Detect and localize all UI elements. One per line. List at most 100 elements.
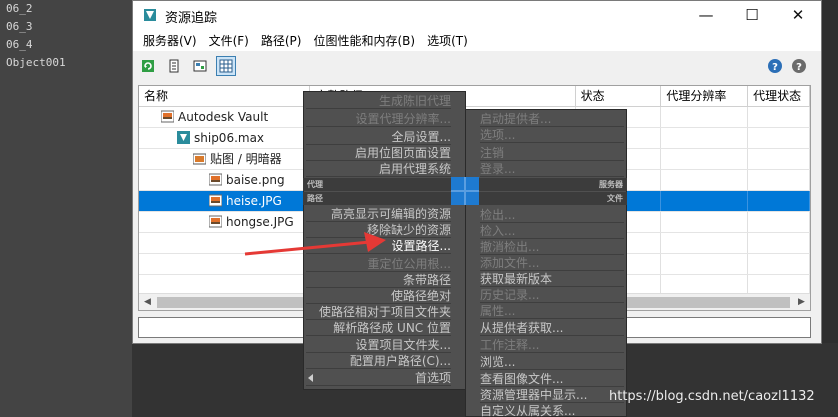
quad-menu-item[interactable]: 设置项目文件夹... [306, 337, 451, 353]
quad-menu-item[interactable]: 启用位图页面设置 [306, 145, 451, 161]
image-file-icon [208, 214, 223, 228]
quad-menu-item[interactable]: 获取最新版本 [480, 271, 624, 287]
minimize-button[interactable]: — [683, 1, 729, 29]
quad-menu-item[interactable]: 设置代理分辨率... [306, 111, 451, 127]
thumbnail-view-button[interactable] [190, 56, 210, 76]
quad-label-path: 路径 [307, 194, 323, 203]
svg-text:?: ? [796, 62, 802, 73]
quad-menu-item[interactable]: 配置用户路径(C)... [306, 353, 451, 369]
title-bar: 资源追踪 — ☐ ✕ [133, 1, 821, 29]
quad-menu-item[interactable]: 使路径绝对 [306, 288, 451, 304]
context-help-button[interactable]: ? [789, 56, 809, 76]
column-header-name[interactable]: 名称 [139, 86, 311, 107]
quad-menu-item[interactable]: 检入... [480, 223, 624, 239]
cell-name: heise.JPG [139, 191, 311, 211]
cell-proxy-status [748, 128, 810, 148]
quad-menu-item[interactable]: 条带路径 [306, 272, 451, 288]
column-header-status[interactable]: 状态 [576, 86, 662, 107]
menu-file[interactable]: 文件(F) [203, 32, 255, 49]
asset-name: 贴图 / 明暗器 [210, 152, 282, 166]
quad-menu-item[interactable]: 添加文件... [480, 255, 624, 271]
asset-name: hongse.JPG [226, 215, 294, 229]
help-button[interactable]: ? [765, 56, 785, 76]
help-icon: ? [768, 59, 782, 73]
quad-menu-item[interactable]: 选项... [480, 127, 624, 143]
quad-menu-item[interactable]: 全局设置... [306, 129, 451, 145]
red-pointer-arrow-icon [244, 232, 386, 256]
cell-proxy-resolution [661, 107, 749, 127]
maximize-button[interactable]: ☐ [729, 1, 775, 29]
cell-name: Autodesk Vault [139, 107, 311, 127]
list-view-icon [169, 59, 179, 73]
scroll-right-icon[interactable]: ▶ [793, 294, 810, 310]
image-file-icon [208, 172, 223, 186]
quad-menu-item[interactable]: 从提供者获取... [480, 320, 624, 336]
quad-menu-item[interactable]: 启动提供者... [480, 111, 624, 127]
quad-menu-item[interactable]: 工作注释... [480, 337, 624, 353]
asset-name: ship06.max [194, 131, 265, 145]
quad-menu-center[interactable] [451, 177, 479, 205]
cell-proxy-resolution [661, 212, 749, 232]
quad-menu-item[interactable]: 首选项 [306, 370, 451, 386]
close-button[interactable]: ✕ [775, 1, 821, 29]
cell-proxy-status [748, 212, 810, 232]
quad-menu-item[interactable]: 资源管理器中显示... [480, 387, 624, 403]
quad-menu-item[interactable]: 启用代理系统 [306, 161, 451, 177]
scene-object-list: 06_2 06_3 06_4 Object001 [0, 0, 132, 417]
quad-menu-item[interactable]: 高亮显示可编辑的资源 [306, 206, 451, 222]
scene-object-item[interactable]: Object001 [0, 54, 132, 72]
table-header: 名称 完整路径 状态 代理分辨率 代理状态 [139, 86, 810, 107]
column-header-proxy-resolution[interactable]: 代理分辨率 [661, 86, 749, 107]
toolbar: ? ? [133, 51, 821, 79]
cell-proxy-resolution [661, 149, 749, 169]
quad-menu-item[interactable]: 解析路径成 UNC 位置 [306, 320, 451, 336]
quad-menu-item[interactable]: 使路径相对于项目文件夹 [306, 304, 451, 320]
menu-bar: 服务器(V) 文件(F) 路径(P) 位图性能和内存(B) 选项(T) [133, 29, 821, 51]
quad-label-server: 服务器 [599, 180, 623, 189]
cell-proxy-status [748, 107, 810, 127]
asset-name: Autodesk Vault [178, 110, 269, 124]
quad-menu-item[interactable]: 重定位公用根... [306, 256, 451, 272]
thumbnail-view-icon [193, 60, 207, 72]
menu-server[interactable]: 服务器(V) [137, 32, 203, 49]
quad-menu-item[interactable]: 注销 [480, 145, 624, 161]
list-view-button[interactable] [164, 56, 184, 76]
scene-object-item[interactable]: 06_2 [0, 0, 132, 18]
quad-label-file: 文件 [607, 194, 623, 203]
quad-menu-item[interactable]: 登录... [480, 161, 624, 177]
quad-menu-item[interactable]: 属性... [480, 303, 624, 319]
scene-object-item[interactable]: 06_3 [0, 18, 132, 36]
cell-proxy-status [748, 191, 810, 211]
quad-menu-right: 启动提供者... 选项... 注销 登录... 检出... 检入... 撤消检出... 添加文… [465, 109, 627, 417]
quad-menu-item[interactable]: 生成陈旧代理 [306, 93, 451, 109]
quad-menu-item[interactable]: 撤消检出... [480, 239, 624, 255]
quad-menu-item[interactable]: 浏览... [480, 354, 624, 370]
quad-menu-item[interactable]: 自定义从属关系... [480, 403, 624, 417]
asset-tracking-app-icon [144, 9, 156, 21]
cell-proxy-resolution [661, 191, 749, 211]
column-header-proxy-status[interactable]: 代理状态 [748, 86, 810, 107]
quad-menu-item[interactable]: 历史记录... [480, 287, 624, 303]
cell-name: ship06.max [139, 128, 311, 148]
menu-options[interactable]: 选项(T) [421, 32, 474, 49]
max-file-icon [177, 130, 190, 144]
window-title: 资源追踪 [165, 11, 218, 26]
folder-icon [192, 151, 207, 165]
cell-name: baise.png [139, 170, 311, 190]
quad-menu-item[interactable]: 查看图像文件... [480, 371, 624, 387]
scene-object-item[interactable]: 06_4 [0, 36, 132, 54]
scroll-left-icon[interactable]: ◀ [139, 294, 156, 310]
quad-menu-item[interactable]: 检出... [480, 207, 624, 223]
cell-name: 贴图 / 明暗器 [139, 149, 311, 169]
refresh-icon [142, 60, 154, 72]
cell-proxy-status [748, 149, 810, 169]
menu-path[interactable]: 路径(P) [255, 32, 308, 49]
refresh-button[interactable] [138, 56, 158, 76]
quad-label-proxy: 代理 [307, 180, 323, 189]
table-view-button[interactable] [216, 56, 236, 76]
image-file-icon [208, 193, 223, 207]
menu-bitmap-performance[interactable]: 位图性能和内存(B) [307, 32, 421, 49]
context-help-icon: ? [792, 59, 806, 73]
asset-name: heise.JPG [226, 194, 282, 208]
svg-text:?: ? [772, 62, 778, 73]
